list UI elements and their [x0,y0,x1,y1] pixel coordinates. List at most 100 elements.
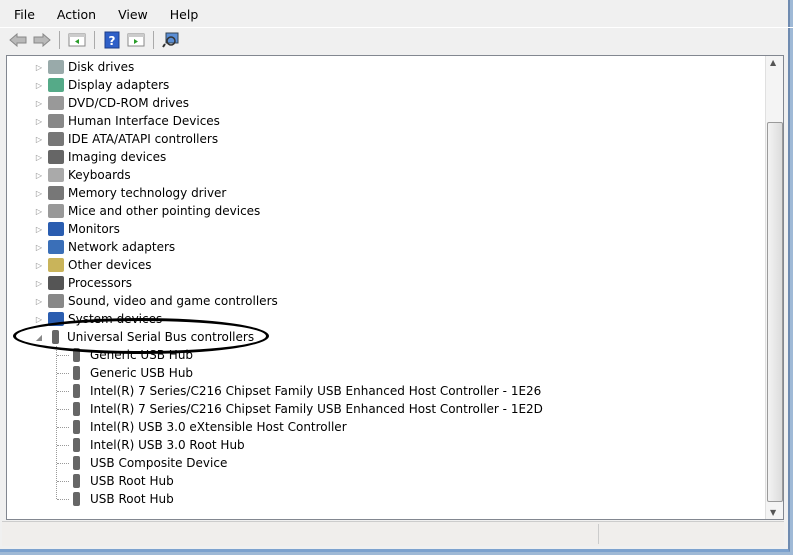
tree-item-label: Intel(R) USB 3.0 Root Hub [90,438,245,452]
vertical-scrollbar[interactable]: ▲ ▼ [765,56,783,519]
expand-arrow-icon[interactable]: ▷ [34,117,44,126]
tree-item-usb-device[interactable]: Intel(R) 7 Series/C216 Chipset Family US… [57,400,543,418]
tree-item-label: Processors [68,276,133,290]
back-icon[interactable] [8,30,28,50]
scroll-down-arrow-icon[interactable]: ▼ [770,508,776,517]
tree-item-category[interactable]: ▷ Network adapters [34,238,175,256]
toolbar-divider [59,31,60,49]
tree-item-label: Intel(R) USB 3.0 eXtensible Host Control… [90,420,347,434]
expand-arrow-icon[interactable]: ▷ [34,135,44,144]
expand-arrow-icon[interactable]: ▷ [34,171,44,180]
tree-item-category[interactable]: ▷ Imaging devices [34,148,166,166]
scrollbar-thumb[interactable] [767,122,783,502]
tree-item-usb-device[interactable]: Generic USB Hub [57,364,193,382]
tree-item-label: Display adapters [68,78,170,92]
tree-item-category[interactable]: ▷ Monitors [34,220,120,238]
forward-icon[interactable] [32,30,52,50]
usb-device-icon [73,366,80,380]
tree-item-label: Intel(R) 7 Series/C216 Chipset Family US… [90,402,543,416]
memory-icon [48,186,64,200]
expand-arrow-icon[interactable]: ▷ [34,261,44,270]
status-bar [2,521,784,546]
help-icon[interactable]: ? [102,30,122,50]
tree-item-usb-device[interactable]: Intel(R) USB 3.0 Root Hub [57,436,245,454]
device-tree[interactable]: ▲ ▼ ▷ Disk drives ▷ Display adapters ▷ DVD/CD… [6,55,784,520]
tree-item-category[interactable]: ▷ Human Interface Devices [34,112,220,130]
disk-drive-icon [48,60,64,74]
tree-item-category[interactable]: ▷ System devices [34,310,162,328]
menu-action[interactable]: Action [43,7,104,22]
expand-arrow-icon[interactable]: ▷ [34,279,44,288]
device-manager-window: File Action View Help ? ▲ ▼ ▷ Disk drives… [0,0,793,552]
tree-item-category[interactable]: ▷ Mice and other pointing devices [34,202,260,220]
expand-arrow-icon[interactable]: ▷ [34,243,44,252]
show-hide-console-tree-icon[interactable] [67,30,87,50]
dvd-icon [48,96,64,110]
hid-icon [48,114,64,128]
tree-item-usb-device[interactable]: Generic USB Hub [57,346,193,364]
tree-item-usb-device[interactable]: Intel(R) USB 3.0 eXtensible Host Control… [57,418,347,436]
toolbar-divider [153,31,154,49]
mouse-icon [48,204,64,218]
toolbar: ? [0,27,793,52]
tree-item-usb-device[interactable]: Intel(R) 7 Series/C216 Chipset Family US… [57,382,541,400]
expand-arrow-icon[interactable]: ▷ [34,189,44,198]
usb-device-icon [73,456,80,470]
tree-connector-line [57,462,69,464]
menu-help[interactable]: Help [156,7,207,22]
tree-item-category[interactable]: ▷ Keyboards [34,166,131,184]
expand-arrow-icon[interactable]: ▷ [34,63,44,72]
tree-connector-line [57,426,69,428]
tree-item-label: Generic USB Hub [90,366,194,380]
expand-arrow-icon[interactable]: ▷ [34,81,44,90]
tree-connector-line [57,480,69,482]
tree-item-category[interactable]: ▷ Memory technology driver [34,184,226,202]
collapse-arrow-icon[interactable]: ◢ [34,333,44,342]
tree-item-usb-device[interactable]: USB Composite Device [57,454,227,472]
tree-item-category[interactable]: ◢ Universal Serial Bus controllers [34,328,254,346]
tree-item-usb-device[interactable]: USB Root Hub [57,472,174,490]
scan-hardware-icon[interactable] [161,30,181,50]
tree-item-category[interactable]: ▷ Disk drives [34,58,134,76]
usb-device-icon [73,438,80,452]
usb-device-icon [73,474,80,488]
tree-item-label: Other devices [68,258,152,272]
menu-bar: File Action View Help [0,2,206,26]
properties-icon[interactable] [126,30,146,50]
usb-device-icon [73,420,80,434]
tree-item-label: Monitors [68,222,120,236]
expand-arrow-icon[interactable]: ▷ [34,153,44,162]
expand-arrow-icon[interactable]: ▷ [34,315,44,324]
tree-item-label: Sound, video and game controllers [68,294,278,308]
ide-icon [48,132,64,146]
status-bar-divider [598,524,599,544]
system-icon [48,312,64,326]
menu-file[interactable]: File [0,7,43,22]
tree-item-label: USB Composite Device [90,456,228,470]
expand-arrow-icon[interactable]: ▷ [34,207,44,216]
tree-connector-line [57,354,69,356]
tree-item-category[interactable]: ▷ DVD/CD-ROM drives [34,94,189,112]
speaker-icon [48,294,64,308]
tree-item-category[interactable]: ▷ Display adapters [34,76,169,94]
expand-arrow-icon[interactable]: ▷ [34,225,44,234]
tree-item-label: DVD/CD-ROM drives [68,96,190,110]
tree-item-label: USB Root Hub [90,492,174,506]
tree-connector-line [57,408,69,410]
display-adapter-icon [48,78,64,92]
menu-view[interactable]: View [104,7,156,22]
tree-item-label: System devices [68,312,163,326]
tree-item-category[interactable]: ▷ Other devices [34,256,152,274]
tree-item-category[interactable]: ▷ Processors [34,274,132,292]
expand-arrow-icon[interactable]: ▷ [34,297,44,306]
tree-item-label: Network adapters [68,240,176,254]
tree-item-category[interactable]: ▷ IDE ATA/ATAPI controllers [34,130,218,148]
expand-arrow-icon[interactable]: ▷ [34,99,44,108]
scroll-up-arrow-icon[interactable]: ▲ [770,58,776,67]
usb-device-icon [73,402,80,416]
tree-item-usb-device[interactable]: USB Root Hub [57,490,174,508]
tree-item-label: Human Interface Devices [68,114,220,128]
tree-connector-line [57,444,69,446]
tree-item-label: Mice and other pointing devices [68,204,261,218]
tree-item-category[interactable]: ▷ Sound, video and game controllers [34,292,278,310]
